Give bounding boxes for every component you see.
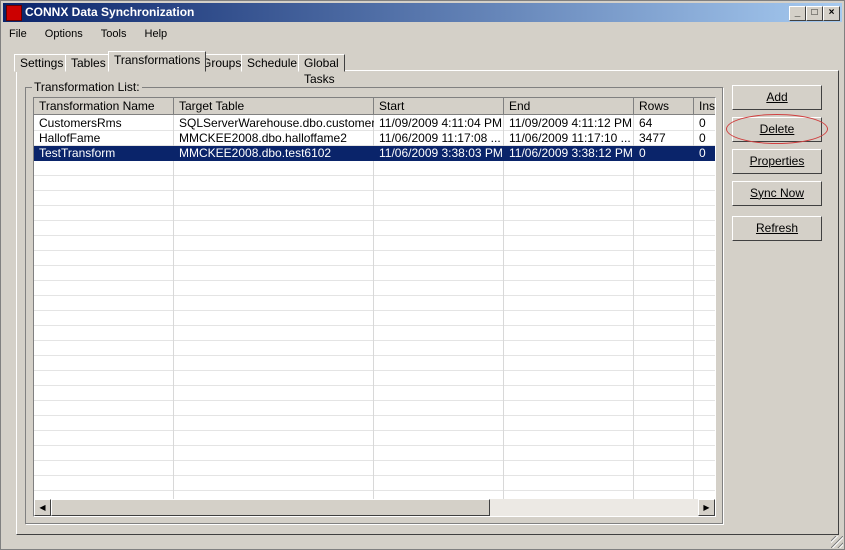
table-cell: 0 [699, 116, 706, 130]
refresh-button[interactable]: Refresh [732, 216, 822, 241]
grid-line [34, 280, 715, 281]
menu-help[interactable]: Help [145, 28, 168, 40]
grid-line [34, 400, 715, 401]
grid-line [34, 265, 715, 266]
table-cell: CustomersRms [39, 116, 122, 130]
table-cell: 11/09/2009 4:11:04 PM [379, 116, 502, 130]
menu-tools[interactable]: Tools [101, 28, 127, 40]
grid-line [503, 115, 504, 499]
tab-global-tasks[interactable]: Global Tasks [298, 54, 345, 86]
grid-line [34, 190, 715, 191]
column-header-target-table[interactable]: Target Table [174, 98, 374, 115]
table-cell: 11/06/2009 3:38:03 PM [379, 146, 503, 160]
title-bar: CONNX Data Synchronization _ □ × [3, 3, 842, 22]
table-cell: 11/06/2009 11:17:10 ... [509, 131, 631, 145]
transformation-list[interactable]: Transformation Name Target Table Start E… [33, 97, 716, 517]
grid-line [373, 115, 374, 499]
grid-line [34, 235, 715, 236]
table-row[interactable]: HallofFame MMCKEE2008.dbo.halloffame2 11/0… [34, 131, 715, 146]
maximize-button[interactable]: □ [806, 6, 823, 21]
grid-line [34, 310, 715, 311]
resize-grip[interactable] [831, 536, 843, 548]
column-header-name[interactable]: Transformation Name [34, 98, 174, 115]
table-cell: MMCKEE2008.dbo.halloffame2 [179, 131, 347, 145]
column-header-rows[interactable]: Rows [634, 98, 694, 115]
grid-line [693, 115, 694, 499]
menu-bar: File Options Tools Help [5, 25, 178, 43]
table-cell: 0 [699, 131, 706, 145]
tab-schedule[interactable]: Schedule [241, 54, 304, 72]
grid-line [34, 220, 715, 221]
grid-line [34, 445, 715, 446]
table-row[interactable]: TestTransform MMCKEE2008.dbo.test6102 11/0… [34, 146, 715, 161]
properties-button[interactable]: Properties [732, 149, 822, 174]
grid-line [34, 250, 715, 251]
grid-line [34, 205, 715, 206]
grid-line [34, 325, 715, 326]
add-button[interactable]: Add [732, 85, 822, 110]
minimize-button[interactable]: _ [789, 6, 806, 21]
grid-line [34, 370, 715, 371]
column-header-inserted[interactable]: Inse [694, 98, 715, 115]
table-cell: 0 [639, 146, 646, 160]
scroll-thumb[interactable] [51, 499, 490, 516]
table-cell: TestTransform [39, 146, 116, 160]
tab-tables[interactable]: Tables [65, 54, 112, 72]
grid-line [34, 475, 715, 476]
group-label: Transformation List: [32, 80, 142, 94]
column-header-start[interactable]: Start [374, 98, 504, 115]
column-header-end[interactable]: End [504, 98, 634, 115]
table-cell: 11/06/2009 11:17:08 ... [379, 131, 501, 145]
window-title: CONNX Data Synchronization [25, 5, 195, 19]
menu-options[interactable]: Options [45, 28, 83, 40]
sync-now-button[interactable]: Sync Now [732, 181, 822, 206]
grid-line [34, 340, 715, 341]
scroll-left-button[interactable]: ◀ [34, 499, 51, 516]
tab-transformations[interactable]: Transformations [108, 51, 207, 72]
grid-line [633, 115, 634, 499]
grid-line [34, 460, 715, 461]
app-icon [6, 5, 22, 21]
table-cell: 0 [699, 146, 706, 160]
grid-line [173, 115, 174, 499]
table-cell: SQLServerWarehouse.dbo.customers... [179, 116, 374, 130]
menu-file[interactable]: File [9, 28, 27, 40]
scroll-right-button[interactable]: ▶ [698, 499, 715, 516]
grid-line [34, 415, 715, 416]
table-cell: MMCKEE2008.dbo.test6102 [179, 146, 332, 160]
tab-settings[interactable]: Settings [14, 54, 70, 72]
table-row[interactable]: CustomersRms SQLServerWarehouse.dbo.custo… [34, 116, 715, 131]
table-cell: 64 [639, 116, 653, 130]
table-cell: HallofFame [39, 131, 101, 145]
grid-line [34, 490, 715, 491]
table-cell: 11/06/2009 3:38:12 PM [509, 146, 633, 160]
horizontal-scrollbar[interactable]: ◀ ▶ [34, 499, 715, 516]
grid-line [34, 295, 715, 296]
grid-line [34, 430, 715, 431]
highlight-annotation [726, 114, 828, 144]
table-cell: 3477 [639, 131, 666, 145]
grid-line [34, 175, 715, 176]
grid-line [34, 355, 715, 356]
table-cell: 11/09/2009 4:11:12 PM [509, 116, 632, 130]
grid-line [34, 385, 715, 386]
close-button[interactable]: × [823, 6, 840, 21]
